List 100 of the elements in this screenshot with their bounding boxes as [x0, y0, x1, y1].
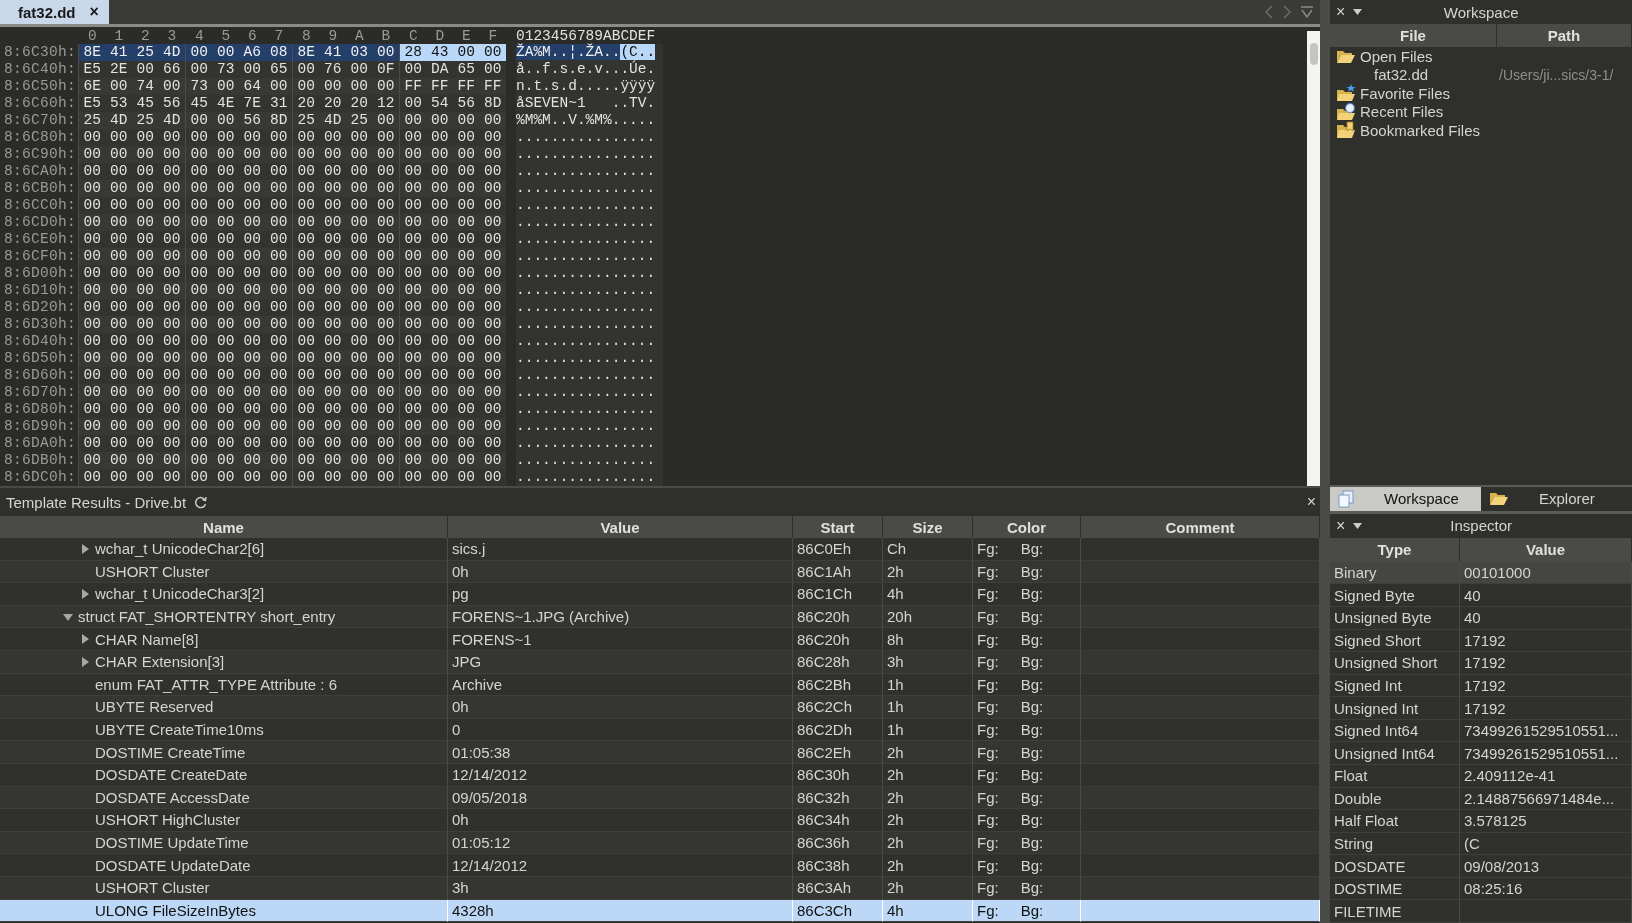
hex-byte[interactable]: 00 — [132, 146, 159, 163]
hex-byte[interactable]: 00 — [105, 129, 132, 146]
hex-byte[interactable]: 00 — [132, 367, 159, 384]
hex-byte[interactable]: 00 — [132, 180, 159, 197]
hex-byte[interactable]: 00 — [132, 384, 159, 401]
tree-item[interactable]: Open Files — [1330, 47, 1632, 66]
hex-byte[interactable]: 66 — [158, 61, 185, 78]
hex-byte[interactable]: 00 — [212, 384, 239, 401]
table-row[interactable]: Binary 00101000 — [1330, 561, 1632, 585]
hex-byte[interactable]: E5 — [79, 61, 106, 78]
hex-byte[interactable]: 2E — [105, 61, 132, 78]
hex-byte[interactable]: 45 — [186, 95, 213, 112]
hex-byte[interactable]: 00 — [212, 469, 239, 486]
hex-byte[interactable]: 00 — [265, 316, 292, 333]
hex-byte[interactable]: 00 — [239, 401, 266, 418]
hex-byte[interactable]: 00 — [105, 452, 132, 469]
hex-byte[interactable]: 00 — [158, 452, 185, 469]
hex-byte[interactable]: 00 — [158, 129, 185, 146]
hex-byte[interactable]: 00 — [426, 163, 453, 180]
table-row[interactable]: wchar_t UnicodeChar2[6] sics.j 86C0Eh Ch Fg: Bg: — [0, 538, 1320, 561]
hex-byte[interactable]: 00 — [186, 197, 213, 214]
hex-byte[interactable]: 00 — [265, 214, 292, 231]
hex-byte[interactable]: 00 — [293, 180, 320, 197]
hex-byte[interactable]: 00 — [265, 435, 292, 452]
hex-byte[interactable]: 00 — [479, 282, 506, 299]
hex-byte[interactable]: 00 — [158, 146, 185, 163]
column-header[interactable]: Value — [1460, 537, 1632, 562]
hex-byte[interactable]: 00 — [400, 316, 427, 333]
hex-byte[interactable]: 00 — [319, 452, 346, 469]
hex-byte[interactable]: 00 — [132, 435, 159, 452]
hex-byte[interactable]: 00 — [132, 214, 159, 231]
table-row[interactable]: enum FAT_ATTR_TYPE Attribute : 6 Archive 86C2Bh 1h Fg: Bg: — [0, 673, 1320, 697]
hex-byte[interactable]: 00 — [479, 197, 506, 214]
hex-byte[interactable]: 00 — [346, 418, 373, 435]
table-row[interactable]: struct FAT_SHORTENTRY short_entry FORENS~1.JPG (Archive) 86C20h 20h Fg: Bg: — [0, 605, 1320, 629]
hex-byte[interactable]: 4D — [158, 112, 185, 129]
hex-byte[interactable]: 00 — [400, 214, 427, 231]
table-row[interactable]: DOSTIME UpdateTime 01:05:12 86C36h 2h Fg: Bg: — [0, 831, 1320, 855]
hex-byte[interactable]: 00 — [105, 180, 132, 197]
hex-byte[interactable]: 00 — [293, 78, 320, 95]
hex-byte[interactable]: 00 — [293, 316, 320, 333]
hex-byte[interactable]: 00 — [158, 299, 185, 316]
hex-byte[interactable]: 00 — [400, 95, 427, 112]
hex-byte[interactable]: 00 — [372, 197, 399, 214]
collapsed-arrow-icon[interactable] — [79, 655, 91, 668]
hex-byte[interactable]: 00 — [319, 316, 346, 333]
hex-byte[interactable]: 31 — [265, 95, 292, 112]
hex-byte[interactable]: 00 — [212, 401, 239, 418]
hex-byte[interactable]: 00 — [372, 44, 399, 61]
hex-byte[interactable]: 00 — [186, 248, 213, 265]
table-row[interactable]: Float 2.409112e-41 — [1330, 764, 1632, 788]
hex-byte[interactable]: 00 — [132, 469, 159, 486]
hex-byte[interactable]: 00 — [186, 452, 213, 469]
hex-byte[interactable]: 00 — [479, 61, 506, 78]
hex-byte[interactable]: 00 — [79, 129, 106, 146]
hex-byte[interactable]: 00 — [265, 248, 292, 265]
hex-byte[interactable]: 00 — [319, 231, 346, 248]
collapsed-arrow-icon[interactable] — [79, 588, 91, 600]
hex-byte[interactable]: 8E — [293, 44, 320, 61]
hex-byte[interactable]: 00 — [132, 452, 159, 469]
hex-byte[interactable]: 00 — [293, 384, 320, 401]
hex-byte[interactable]: 00 — [346, 180, 373, 197]
hex-byte[interactable]: 00 — [319, 418, 346, 435]
close-icon[interactable]: × — [1336, 3, 1346, 21]
scrollbar-thumb[interactable] — [1309, 43, 1318, 65]
hex-byte[interactable]: 00 — [212, 214, 239, 231]
hex-byte[interactable]: 00 — [453, 299, 480, 316]
hex-byte[interactable]: 00 — [479, 214, 506, 231]
hex-byte[interactable]: 00 — [453, 129, 480, 146]
hex-byte[interactable]: 00 — [239, 197, 266, 214]
hex-byte[interactable]: 00 — [105, 231, 132, 248]
hex-byte[interactable]: 00 — [158, 435, 185, 452]
hex-byte[interactable]: 00 — [400, 265, 427, 282]
column-header[interactable]: Path — [1497, 24, 1632, 47]
hex-byte[interactable]: 00 — [158, 197, 185, 214]
hex-byte[interactable]: 73 — [212, 61, 239, 78]
hex-byte[interactable]: 00 — [293, 197, 320, 214]
hex-byte[interactable]: 00 — [453, 469, 480, 486]
table-row[interactable]: DOSDATE UpdateDate 12/14/2012 86C38h 2h Fg: Bg: — [0, 854, 1320, 877]
hex-byte[interactable]: 00 — [212, 197, 239, 214]
table-row[interactable]: UBYTE Reserved 0h 86C2Ch 1h Fg: Bg: — [0, 696, 1320, 719]
hex-byte[interactable]: 64 — [239, 78, 266, 95]
hex-byte[interactable]: 00 — [479, 333, 506, 350]
hex-byte[interactable]: 00 — [319, 333, 346, 350]
hex-byte[interactable]: 00 — [186, 418, 213, 435]
hex-byte[interactable]: 00 — [400, 163, 427, 180]
hex-byte[interactable]: 00 — [372, 418, 399, 435]
hex-byte[interactable]: 00 — [212, 44, 239, 61]
hex-byte[interactable]: 00 — [319, 78, 346, 95]
hex-byte[interactable]: 00 — [239, 367, 266, 384]
hex-byte[interactable]: 4D — [105, 112, 132, 129]
hex-byte[interactable]: 00 — [132, 299, 159, 316]
hex-byte[interactable]: 00 — [319, 367, 346, 384]
hex-byte[interactable]: 00 — [265, 197, 292, 214]
hex-byte[interactable]: 00 — [105, 282, 132, 299]
hex-byte[interactable]: 00 — [212, 163, 239, 180]
hex-byte[interactable]: 00 — [293, 163, 320, 180]
hex-byte[interactable]: 00 — [346, 316, 373, 333]
hex-byte[interactable]: 00 — [186, 350, 213, 367]
hex-byte[interactable]: 00 — [79, 146, 106, 163]
